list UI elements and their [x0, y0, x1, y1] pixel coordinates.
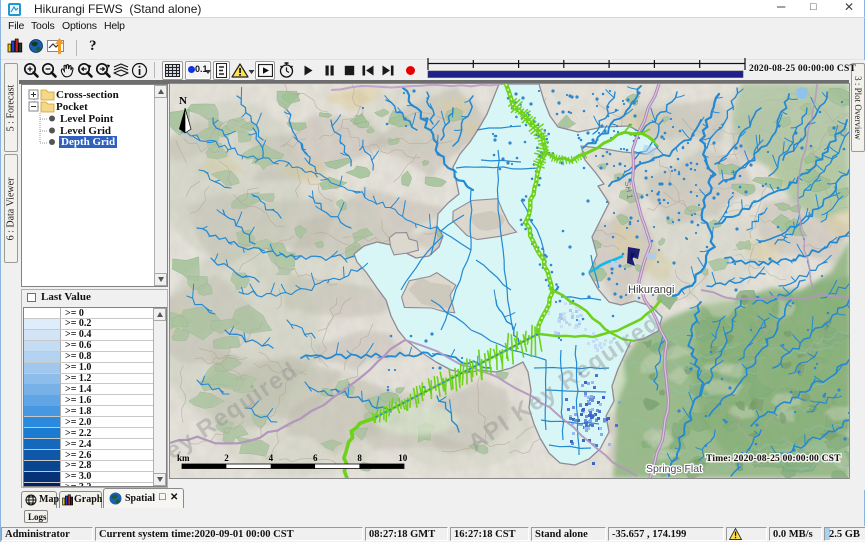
svg-text:km: km	[177, 453, 190, 463]
svg-text:Springs Flat: Springs Flat	[646, 463, 702, 475]
svg-text:4: 4	[269, 453, 274, 463]
svg-text:2: 2	[224, 453, 229, 463]
svg-text:Time: 2020-08-25 00:00:00 CST: Time: 2020-08-25 00:00:00 CST	[706, 454, 841, 464]
svg-text:8: 8	[357, 453, 362, 463]
svg-text:10: 10	[398, 453, 408, 463]
svg-text:N: N	[179, 95, 187, 107]
svg-text:Hikurangi: Hikurangi	[628, 284, 674, 296]
svg-text:6: 6	[313, 453, 318, 463]
